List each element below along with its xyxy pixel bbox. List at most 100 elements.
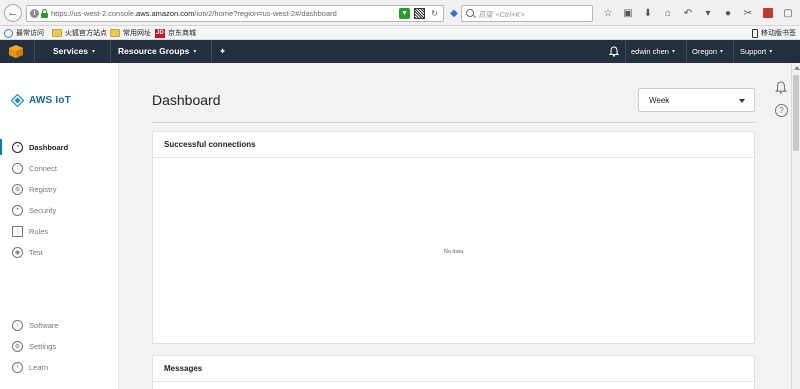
user-menu[interactable]: edwin chen ▾ <box>631 47 675 56</box>
browser-toolbar-icons: ☆ ▣ ⬇ ⌂ ↶ ▾ ● ✂ ▢ ↓ ≡ <box>598 5 800 21</box>
chevron-down-icon: ▾ <box>671 49 675 55</box>
gear-icon <box>4 28 13 38</box>
caret-down-icon <box>739 99 745 103</box>
qr-code-icon[interactable] <box>414 8 425 19</box>
aws-cube-icon[interactable] <box>9 45 23 58</box>
scroll-up-icon[interactable] <box>794 66 800 70</box>
sidebar-item-label: Rules <box>29 226 49 236</box>
shield-icon[interactable]: ▼ <box>399 8 410 19</box>
pin-button[interactable]: ✦ <box>219 46 226 57</box>
successful-connections-panel: Successful connections No data <box>152 131 755 344</box>
messages-panel: Messages <box>152 355 755 389</box>
sidebar-item-software[interactable]: ↓ Software <box>0 317 118 333</box>
bookmark-common-sites[interactable]: 常用网址 <box>110 27 151 39</box>
divider <box>152 122 755 123</box>
registry-icon: ⚙ <box>12 183 23 195</box>
sidebar-item-dashboard[interactable]: ◔ Dashboard <box>0 139 118 155</box>
services-label: Services <box>53 46 88 56</box>
aws-iot-logo-icon <box>11 94 24 107</box>
notification-bell-icon[interactable] <box>775 81 787 94</box>
extension-red-icon[interactable] <box>758 5 778 21</box>
chat-icon[interactable]: ● <box>718 5 738 21</box>
url-path: /iotv2/home?region=us-west-2#/dashboard <box>194 9 337 18</box>
sidebar-item-label: Dashboard <box>29 142 69 152</box>
sidebar-item-rules[interactable]: ⋮ Rules <box>0 223 118 239</box>
settings-gear-icon: ⚙ <box>12 340 23 352</box>
help-icon[interactable]: ? <box>775 104 788 117</box>
address-bar[interactable]: i https://us-west-2.console.aws.amazon.c… <box>26 5 444 22</box>
support-menu[interactable]: Support ▾ <box>740 47 772 56</box>
user-name: edwin chen <box>631 47 669 56</box>
aws-console-header: Services ▾ Resource Groups ▾ ✦ edwin che… <box>0 40 800 63</box>
url-domain: aws.amazon.com <box>136 9 195 18</box>
page-scrollbar[interactable] <box>791 63 800 389</box>
panel-title: Successful connections <box>153 132 754 158</box>
sidebar: AWS IoT ◔ Dashboard ↑ Connect ⚙ Registry… <box>0 63 119 389</box>
bookmark-label: 火狐官方站点 <box>65 30 107 37</box>
bookmark-label: 常用网址 <box>123 30 151 37</box>
security-icon: • <box>12 204 23 216</box>
home-icon[interactable]: ⌂ <box>658 5 678 21</box>
dashboard-icon: ◔ <box>12 141 23 153</box>
download-icon[interactable]: ⬇ <box>638 5 658 21</box>
bookmark-label: 最常访问 <box>16 30 44 37</box>
info-icon[interactable]: i <box>30 9 39 18</box>
region-menu[interactable]: Oregon ▾ <box>692 47 723 56</box>
undo-icon[interactable]: ↶ <box>678 5 698 21</box>
phone-icon <box>752 28 758 38</box>
download-circle-icon: ↓ <box>12 319 23 331</box>
region-name: Oregon <box>692 47 718 56</box>
no-data-message: No data <box>443 249 464 255</box>
search-input[interactable]: 百度 <Ctrl+K> <box>461 5 593 22</box>
search-placeholder: 百度 <Ctrl+K> <box>478 10 525 19</box>
pin-icon: ✦ <box>219 46 227 56</box>
browser-toolbar: ← i https://us-west-2.console.aws.amazon… <box>0 0 800 26</box>
sidebar-item-label: Settings <box>29 341 57 351</box>
dropdown-icon[interactable]: ▾ <box>698 5 718 21</box>
screenshot-icon[interactable]: ▢ <box>778 5 798 21</box>
cut-icon[interactable]: ✂ <box>738 5 758 21</box>
main-content: Dashboard Week Successful connections No… <box>119 63 769 389</box>
sidebar-item-learn[interactable]: i Learn <box>0 359 118 375</box>
url-prefix: https://us-west-2.console. <box>51 9 137 18</box>
test-signal-icon: ◉ <box>12 246 23 258</box>
chevron-down-icon: ▾ <box>769 49 773 55</box>
scroll-thumb[interactable] <box>793 75 799 151</box>
bookmark-firefox-site[interactable]: 火狐官方站点 <box>52 27 107 39</box>
aws-iot-brand[interactable]: AWS IoT <box>11 94 71 107</box>
sidebar-item-label: Software <box>29 320 59 330</box>
utility-strip: ? <box>769 63 791 389</box>
period-select-value: Week <box>649 96 670 105</box>
period-select[interactable]: Week <box>638 88 755 112</box>
services-menu[interactable]: Services ▾ <box>53 46 95 56</box>
sidebar-item-test[interactable]: ◉ Test <box>0 244 118 260</box>
panel-title: Messages <box>153 356 754 382</box>
reading-list-icon[interactable]: ▣ <box>618 5 638 21</box>
sidebar-item-registry[interactable]: ⚙ Registry <box>0 181 118 197</box>
bookmark-star-icon[interactable]: ☆ <box>598 5 618 21</box>
bookmark-mobile[interactable]: 移动版书签 <box>752 27 796 39</box>
page-title: Dashboard <box>152 92 221 108</box>
back-button[interactable]: ← <box>4 4 22 22</box>
sidebar-item-label: Security <box>29 205 57 215</box>
url-text[interactable]: https://us-west-2.console.aws.amazon.com… <box>51 9 337 18</box>
resource-groups-menu[interactable]: Resource Groups ▾ <box>118 46 196 56</box>
bookmark-jd[interactable]: JD 京东商城 <box>155 27 196 39</box>
sidebar-item-connect[interactable]: ↑ Connect <box>0 160 118 176</box>
bookmark-most-visited[interactable]: 最常访问 <box>4 27 44 39</box>
sidebar-item-security[interactable]: • Security <box>0 202 118 218</box>
bookmark-label: 京东商城 <box>168 30 196 37</box>
search-icon <box>466 9 474 17</box>
lock-icon[interactable] <box>41 9 48 18</box>
search-engine-icon[interactable]: ◆ <box>447 6 461 20</box>
sidebar-item-settings[interactable]: ⚙ Settings <box>0 338 118 354</box>
rules-icon: ⋮ <box>12 225 23 237</box>
brand-name: AWS IoT <box>29 95 71 106</box>
reload-icon[interactable]: ↻ <box>429 8 440 19</box>
sidebar-item-label: Connect <box>29 163 57 173</box>
support-label: Support <box>740 47 767 56</box>
sidebar-item-label: Registry <box>29 184 57 194</box>
chevron-down-icon: ▾ <box>91 48 95 55</box>
notification-bell-icon[interactable] <box>609 46 619 57</box>
folder-icon <box>110 29 120 37</box>
